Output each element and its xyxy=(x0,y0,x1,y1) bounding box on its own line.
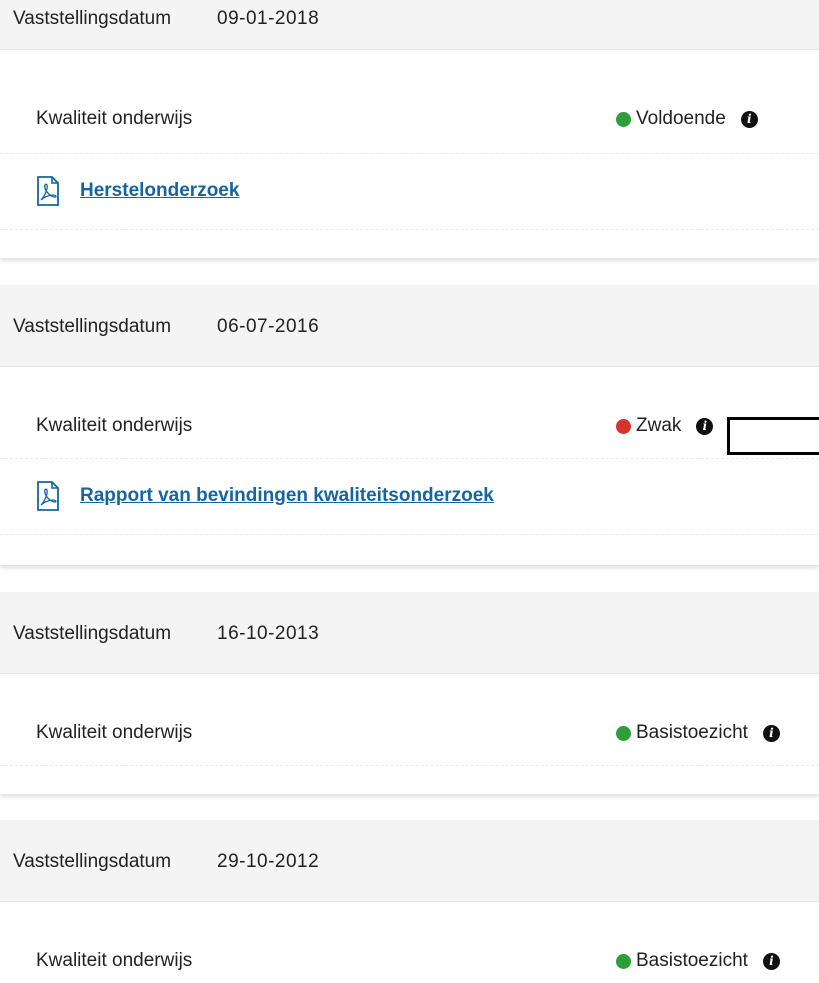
entry-card: Kwaliteit onderwijs Basistoezicht i xyxy=(0,902,819,983)
quality-label: Kwaliteit onderwijs xyxy=(36,108,193,129)
date-value: 16-10-2013 xyxy=(217,623,320,644)
date-label: Vaststellingsdatum xyxy=(13,316,172,337)
status-text: Basistoezicht xyxy=(636,722,748,743)
status-text: Zwak xyxy=(636,415,682,436)
entry-card: Kwaliteit onderwijs Zwak i Rapport van b… xyxy=(0,367,819,565)
date-label: Vaststellingsdatum xyxy=(13,851,172,872)
entry-card: Kwaliteit onderwijs Basistoezicht i xyxy=(0,674,819,794)
document-row: Herstelonderzoek xyxy=(0,154,819,230)
date-value: 06-07-2016 xyxy=(217,316,320,337)
date-row: Vaststellingsdatum 09-01-2018 xyxy=(0,0,819,50)
inspection-history: Vaststellingsdatum 09-01-2018 Kwaliteit … xyxy=(0,0,819,983)
entry-card: Kwaliteit onderwijs Voldoende i Herstelo… xyxy=(0,50,819,258)
status-text: Basistoezicht xyxy=(636,950,748,971)
info-icon[interactable]: i xyxy=(762,952,780,970)
quality-label: Kwaliteit onderwijs xyxy=(36,722,193,743)
status-indicator: Voldoende i xyxy=(616,108,758,130)
date-row: Vaststellingsdatum 29-10-2012 xyxy=(0,820,819,902)
document-row: Rapport van bevindingen kwaliteitsonderz… xyxy=(0,459,819,535)
info-icon[interactable]: i xyxy=(696,417,714,435)
status-indicator: Zwak i xyxy=(616,415,714,437)
status-text: Voldoende xyxy=(636,108,726,129)
info-icon[interactable]: i xyxy=(762,724,780,742)
quality-label: Kwaliteit onderwijs xyxy=(36,415,193,436)
date-row: Vaststellingsdatum 06-07-2016 xyxy=(0,285,819,367)
date-value: 29-10-2012 xyxy=(217,851,320,872)
document-link[interactable]: Rapport van bevindingen kwaliteitsonderz… xyxy=(80,485,494,507)
quality-row: Kwaliteit onderwijs Zwak i xyxy=(0,367,819,459)
date-label: Vaststellingsdatum xyxy=(13,8,172,29)
status-dot-good xyxy=(616,725,631,741)
date-label: Vaststellingsdatum xyxy=(13,623,172,644)
date-row: Vaststellingsdatum 16-10-2013 xyxy=(0,592,819,674)
pdf-document-icon[interactable] xyxy=(36,176,60,206)
status-indicator: Basistoezicht i xyxy=(616,722,780,744)
quality-row: Kwaliteit onderwijs Voldoende i xyxy=(0,62,819,154)
info-icon[interactable]: i xyxy=(740,110,758,128)
highlight-box xyxy=(727,417,819,455)
status-dot-good xyxy=(616,111,631,127)
quality-row: Kwaliteit onderwijs Basistoezicht i xyxy=(0,902,819,983)
pdf-document-icon[interactable] xyxy=(36,481,60,511)
document-link[interactable]: Herstelonderzoek xyxy=(80,180,239,202)
quality-label: Kwaliteit onderwijs xyxy=(36,950,193,971)
quality-row: Kwaliteit onderwijs Basistoezicht i xyxy=(0,674,819,766)
status-dot-good xyxy=(616,953,631,969)
status-dot-weak xyxy=(616,418,631,434)
date-value: 09-01-2018 xyxy=(217,8,320,29)
status-indicator: Basistoezicht i xyxy=(616,950,780,972)
